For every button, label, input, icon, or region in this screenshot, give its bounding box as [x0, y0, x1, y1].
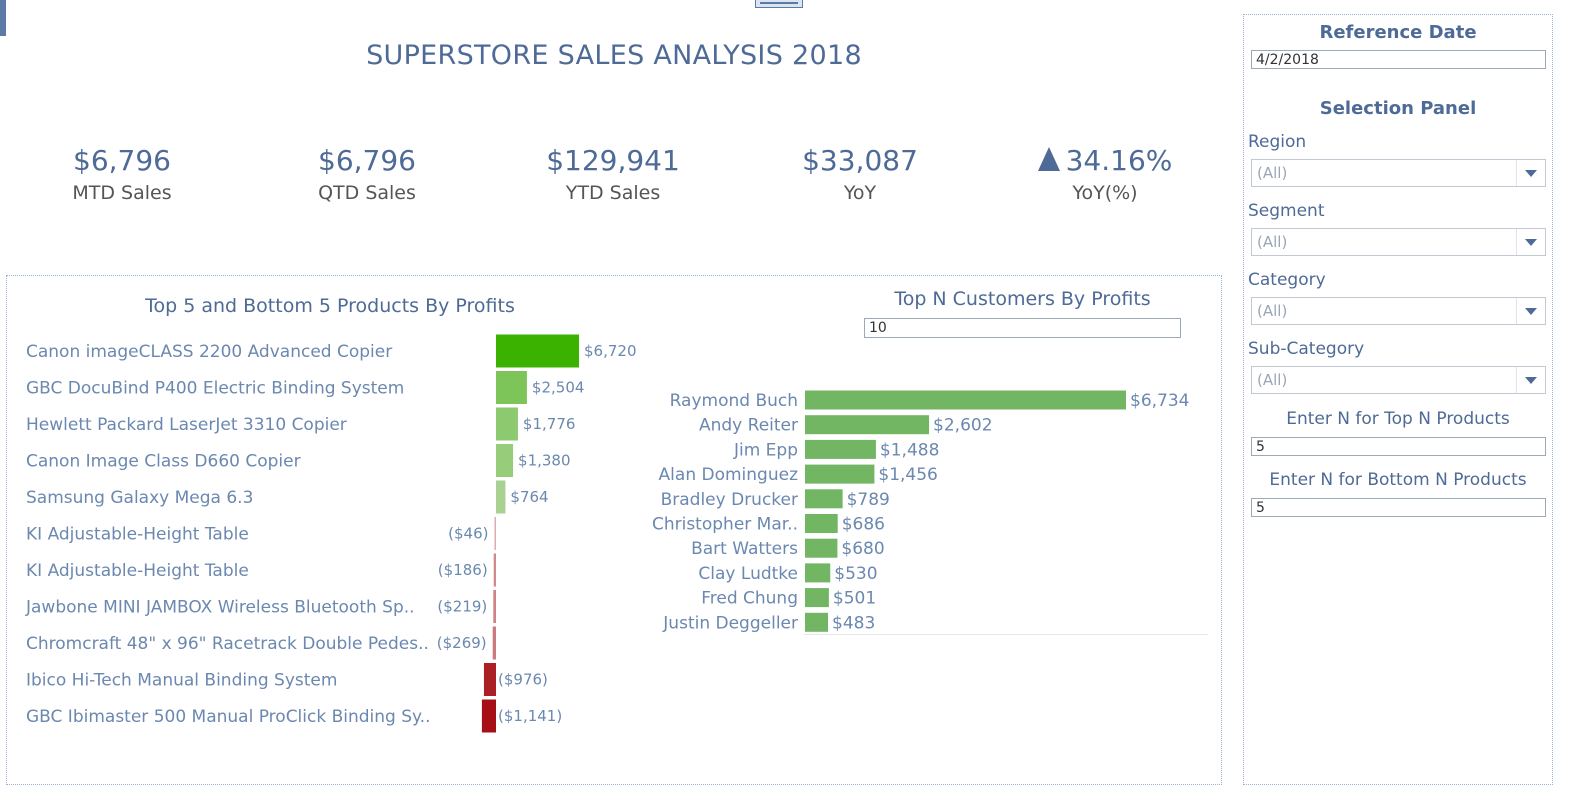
customer-value-label: $2,602: [933, 416, 992, 436]
customer-label: Jim Epp: [733, 440, 798, 460]
customer-bar: [805, 390, 1126, 410]
region-value: (All): [1257, 164, 1288, 182]
sub-category-dropdown[interactable]: (All): [1251, 366, 1546, 394]
sub-category-label: Sub-Category: [1248, 339, 1365, 359]
customer-label: Justin Deggeller: [662, 613, 798, 633]
customer-value-label: $483: [832, 613, 875, 633]
customer-bar: [805, 538, 838, 558]
region-dropdown[interactable]: (All): [1251, 159, 1546, 187]
chevron-down-icon[interactable]: [1516, 367, 1545, 393]
customer-value-label: $1,456: [878, 465, 937, 485]
customer-label: Fred Chung: [701, 589, 798, 609]
customer-label: Raymond Buch: [670, 391, 798, 411]
reference-date-title: Reference Date: [1319, 22, 1477, 43]
chevron-down-icon[interactable]: [1516, 160, 1545, 186]
customer-label: Bradley Drucker: [661, 490, 798, 510]
customer-bar: [805, 439, 876, 459]
customer-value-label: $530: [834, 564, 877, 584]
customer-value-label: $1,488: [880, 440, 939, 460]
customer-value-label: $6,734: [1130, 391, 1189, 411]
customer-bar: [805, 489, 843, 509]
customer-bar: [805, 464, 875, 484]
customer-label: Clay Ludtke: [698, 564, 798, 584]
chevron-down-icon[interactable]: [1516, 229, 1545, 255]
reference-date-input[interactable]: 4/2/2018: [1251, 50, 1546, 69]
customer-value-label: $680: [841, 539, 884, 559]
customer-value-label: $789: [847, 490, 890, 510]
customer-label: Bart Watters: [691, 539, 798, 559]
customer-bar: [805, 415, 930, 435]
selection-panel-title: Selection Panel: [1319, 98, 1477, 119]
customer-bar: [805, 612, 829, 632]
customer-bar: [805, 588, 829, 608]
sub-category-value: (All): [1257, 371, 1288, 389]
side-panel: [1243, 14, 1553, 785]
customer-label: Alan Dominguez: [659, 465, 799, 485]
segment-value: (All): [1257, 233, 1288, 251]
customer-bar: [805, 563, 831, 583]
top-n-products-label: Enter N for Top N Products: [1286, 409, 1510, 429]
customer-value-label: $501: [833, 589, 876, 609]
customer-label: Christopher Mar..: [652, 515, 798, 535]
bottom-n-products-input[interactable]: 5: [1251, 498, 1546, 517]
segment-label: Segment: [1248, 201, 1325, 221]
customer-label: Andy Reiter: [699, 416, 798, 436]
category-dropdown[interactable]: (All): [1251, 297, 1546, 325]
category-label: Category: [1248, 270, 1326, 290]
bottom-n-products-label: Enter N for Bottom N Products: [1269, 470, 1527, 490]
customer-value-label: $686: [842, 515, 885, 535]
top-n-products-input[interactable]: 5: [1251, 437, 1546, 456]
category-value: (All): [1257, 302, 1288, 320]
segment-dropdown[interactable]: (All): [1251, 228, 1546, 256]
region-label: Region: [1248, 132, 1307, 152]
chevron-down-icon[interactable]: [1516, 298, 1545, 324]
customer-bar: [805, 514, 838, 533]
chart-divider: [804, 634, 1208, 635]
